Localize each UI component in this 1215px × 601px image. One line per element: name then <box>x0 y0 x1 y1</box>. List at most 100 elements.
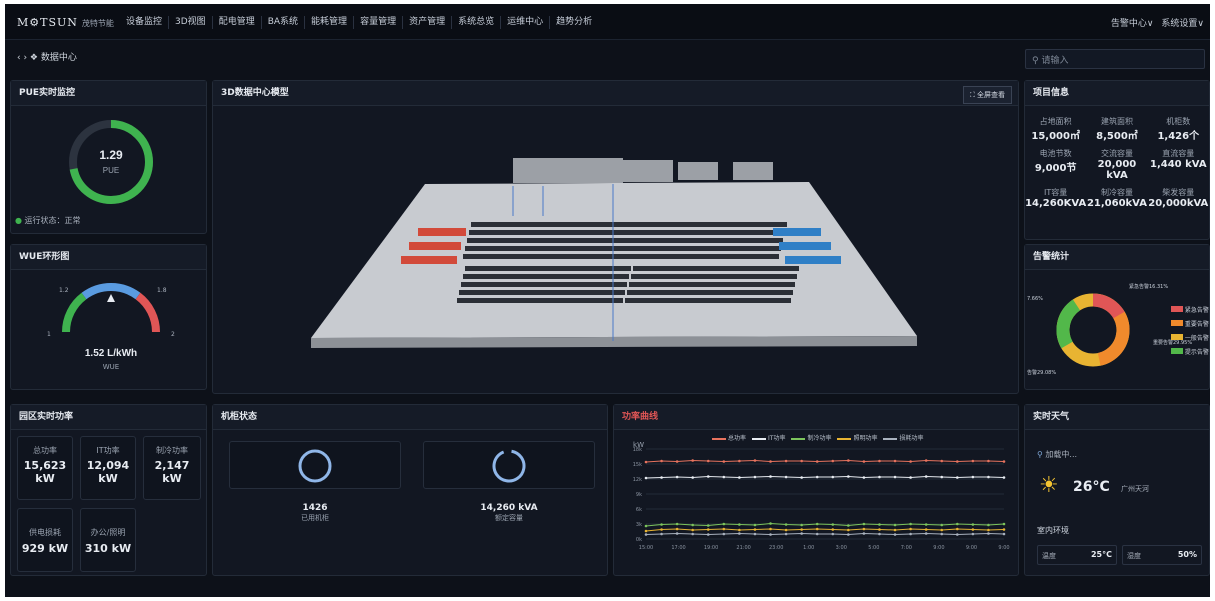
series-point <box>738 476 741 479</box>
breadcrumb[interactable]: ‹ › ❖ 数据中心 <box>17 50 77 63</box>
project-title: 项目信息 <box>1025 81 1209 106</box>
server-rack-row <box>543 266 631 271</box>
dashboard-app: M⚙TSUN 茂特节能 设备监控 3D视图 配电管理 BA系统 能耗管理 容量管理… <box>5 4 1210 597</box>
x-tick-label: 23:00 <box>769 545 783 551</box>
series-point <box>924 459 928 462</box>
server-rack-row <box>457 298 545 303</box>
wue-gauge: 1 1.2 1.8 2 1.52 L/kWh WUE <box>47 283 175 371</box>
wue-tick-1.8: 1.8 <box>157 287 167 294</box>
menu-item-energy[interactable]: 能耗管理 <box>305 16 355 29</box>
series-point <box>738 523 741 526</box>
model-panel: 3D数据中心模型 ⛶ 全屏查看 <box>212 80 1019 394</box>
series-point <box>831 459 835 463</box>
wue-value: 1.52 L/kWh <box>85 348 137 359</box>
series-point <box>878 532 881 536</box>
y-tick-label: 15k <box>633 462 642 468</box>
y-tick-label: 0k <box>636 537 642 543</box>
series-point <box>924 528 928 531</box>
series-point <box>862 532 866 535</box>
right-menu: 告警中心∨ 系统设置∨ <box>1111 16 1204 29</box>
series-point <box>940 475 944 479</box>
wue-title: WUE环形图 <box>11 245 206 270</box>
series-point <box>847 533 850 536</box>
server-rack-row <box>465 266 553 271</box>
wue-label: WUE <box>103 363 119 371</box>
legend-item-urgent: 紧急告警 <box>1171 305 1209 314</box>
power-curve-title: 功率曲线 <box>614 405 1018 430</box>
datacenter-3d-model[interactable] <box>213 106 1020 394</box>
series-point <box>987 475 990 479</box>
y-tick-label: 12k <box>633 477 642 483</box>
series-point <box>862 476 866 479</box>
series-point <box>831 528 835 531</box>
series-point <box>675 475 679 479</box>
legend-label: 重要告警 <box>1184 321 1209 328</box>
project-item: 占地面积 15,000㎡ <box>1025 116 1086 142</box>
legend-item-general: 一般告警 <box>1171 333 1209 342</box>
weather-city: 广州天河 <box>1121 485 1149 493</box>
series-point <box>753 532 757 536</box>
menu-item-trend[interactable]: 趋势分析 <box>550 16 598 29</box>
indoor-temp-label: 温度 <box>1042 552 1056 560</box>
server-rack-row <box>465 246 549 251</box>
pue-status: ● 运行状态：正常 <box>15 215 81 226</box>
alarm-center-dropdown[interactable]: 告警中心∨ <box>1111 16 1154 29</box>
series-point <box>722 527 726 531</box>
project-item: 交流容量 20,000 kVA <box>1086 148 1147 181</box>
power-unit: kW <box>35 472 55 485</box>
series-point <box>660 523 663 526</box>
series-point <box>956 476 959 479</box>
series-point <box>660 532 663 536</box>
series-point <box>738 459 741 463</box>
menu-item-power-dist[interactable]: 配电管理 <box>213 16 262 29</box>
menu-item-3d-view[interactable]: 3D视图 <box>169 16 213 29</box>
menu-item-ops-center[interactable]: 运维中心 <box>501 16 551 29</box>
menu-item-overview[interactable]: 系统总览 <box>452 16 502 29</box>
indoor-humidity-value: 50% <box>1177 550 1197 559</box>
series-point <box>878 528 881 531</box>
project-label: 机柜数 <box>1166 117 1191 126</box>
server-rack-row <box>705 290 793 295</box>
x-tick-label: 19:00 <box>704 545 718 551</box>
menu-item-ba-system[interactable]: BA系统 <box>262 16 306 29</box>
menu-item-device-monitor[interactable]: 设备监控 <box>120 16 170 29</box>
project-item: 柴发容量 20,000kVA <box>1148 187 1209 209</box>
logo-text: M⚙TSUN <box>17 16 78 29</box>
series-point <box>924 532 928 535</box>
logo[interactable]: M⚙TSUN 茂特节能 <box>17 16 114 29</box>
series-point <box>893 459 897 463</box>
logo-subtitle: 茂特节能 <box>81 19 114 28</box>
power-unit: kW <box>98 472 118 485</box>
project-label: 占地面积 <box>1039 117 1072 126</box>
power-card-loss: 供电损耗 929 kW <box>17 508 73 572</box>
project-item: 电池节数 9,000节 <box>1025 148 1086 181</box>
project-value: 21,060kVA <box>1086 198 1147 209</box>
series-point <box>644 524 648 528</box>
series-point <box>753 459 757 462</box>
series-point <box>909 522 912 526</box>
search-input[interactable]: ⚲ 请输入 <box>1025 49 1205 69</box>
weather-temp: 26°C <box>1073 479 1110 495</box>
menu-item-capacity[interactable]: 容量管理 <box>354 16 404 29</box>
power-card-office: 办公/照明 310 kW <box>80 508 136 572</box>
project-label: IT容量 <box>1044 188 1068 197</box>
wue-pointer <box>107 294 115 302</box>
project-value: 14,260KVA <box>1025 198 1087 209</box>
power-line-chart: kW18k15k12k9k6k3k0k15:00 17:00 19:00 21:00 2… <box>633 441 1010 551</box>
fullscreen-button[interactable]: ⛶ 全屏查看 <box>962 86 1012 104</box>
sun-icon: ☀ <box>1039 473 1059 498</box>
series-point <box>940 459 944 463</box>
series-point <box>784 532 788 536</box>
project-label: 柴发容量 <box>1162 188 1195 197</box>
series-point <box>644 476 648 480</box>
series-point <box>675 460 679 463</box>
cabinet-used-stat: 1426 已用机柜 <box>229 503 401 523</box>
series-point <box>847 528 850 532</box>
settings-dropdown[interactable]: 系统设置∨ <box>1161 16 1204 29</box>
project-item: 制冷容量 21,060kVA <box>1086 187 1147 209</box>
legend-label: 一般告警 <box>1184 335 1209 342</box>
series-point <box>660 476 663 479</box>
menu-item-assets[interactable]: 资产管理 <box>403 16 453 29</box>
series-point <box>815 527 819 531</box>
x-tick-label: 3:00 <box>836 545 847 551</box>
